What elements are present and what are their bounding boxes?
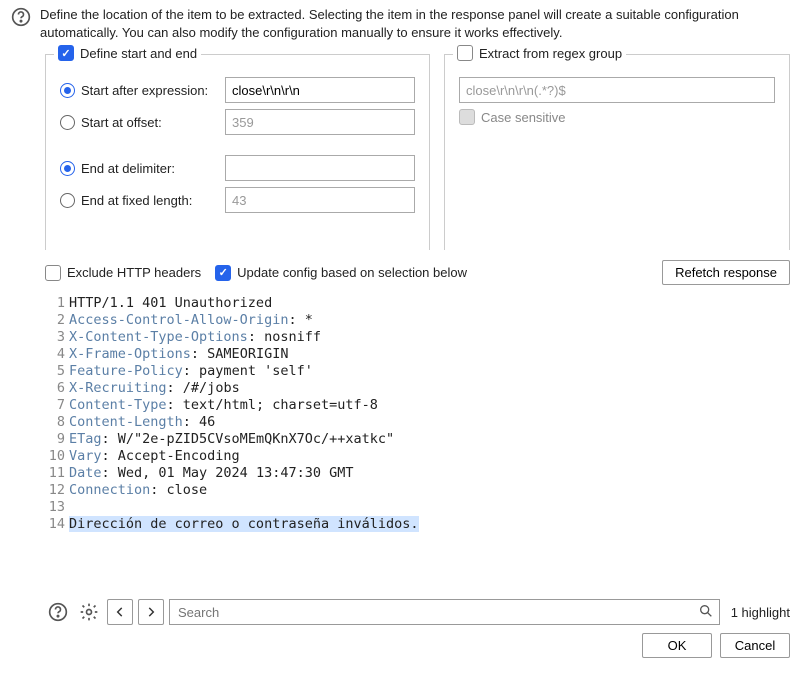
refetch-response-button[interactable]: Refetch response (662, 260, 790, 285)
response-line[interactable]: X-Recruiting: /#/jobs (69, 380, 790, 397)
response-line[interactable]: Content-Type: text/html; charset=utf-8 (69, 397, 790, 414)
regex-group-legend: Extract from regex group (479, 46, 622, 61)
description-text: Define the location of the item to be ex… (40, 6, 790, 42)
response-line[interactable]: Date: Wed, 01 May 2024 13:47:30 GMT (69, 465, 790, 482)
update-config-checkbox[interactable]: ✓ (215, 265, 231, 281)
response-line[interactable]: Vary: Accept-Encoding (69, 448, 790, 465)
start-at-offset-input[interactable] (225, 109, 415, 135)
end-at-fixed-length-radio[interactable] (60, 193, 75, 208)
gear-icon[interactable] (76, 599, 102, 625)
exclude-http-headers-label: Exclude HTTP headers (67, 265, 201, 280)
regex-input (459, 77, 775, 103)
regex-group-checkbox[interactable] (457, 45, 473, 61)
end-at-delimiter-label[interactable]: End at delimiter: (81, 161, 219, 176)
response-line[interactable] (69, 499, 790, 516)
response-line[interactable]: Connection: close (69, 482, 790, 499)
end-at-delimiter-radio[interactable] (60, 161, 75, 176)
response-line[interactable]: X-Content-Type-Options: nosniff (69, 329, 790, 346)
search-icon[interactable] (698, 603, 714, 619)
end-at-fixed-length-label[interactable]: End at fixed length: (81, 193, 219, 208)
start-at-offset-radio[interactable] (60, 115, 75, 130)
prev-arrow-icon[interactable] (107, 599, 133, 625)
exclude-http-headers-checkbox[interactable] (45, 265, 61, 281)
highlight-count: 1 highlight (725, 605, 790, 620)
help-icon-small[interactable] (45, 599, 71, 625)
response-editor[interactable]: 1234567891011121314 HTTP/1.1 401 Unautho… (45, 295, 790, 595)
search-input[interactable] (169, 599, 720, 625)
cancel-button[interactable]: Cancel (720, 633, 790, 658)
response-line[interactable]: Content-Length: 46 (69, 414, 790, 431)
case-sensitive-checkbox (459, 109, 475, 125)
end-at-fixed-length-input[interactable] (225, 187, 415, 213)
response-line[interactable]: Access-Control-Allow-Origin: * (69, 312, 790, 329)
response-line[interactable]: Feature-Policy: payment 'self' (69, 363, 790, 380)
ok-button[interactable]: OK (642, 633, 712, 658)
start-after-expression-label[interactable]: Start after expression: (81, 83, 219, 98)
start-after-expression-input[interactable] (225, 77, 415, 103)
response-line[interactable]: HTTP/1.1 401 Unauthorized (69, 295, 790, 312)
case-sensitive-label: Case sensitive (481, 110, 566, 125)
end-at-delimiter-input[interactable] (225, 155, 415, 181)
define-start-end-checkbox[interactable]: ✓ (58, 45, 74, 61)
regex-group: Extract from regex group Case sensitive (444, 54, 790, 250)
response-line[interactable]: X-Frame-Options: SAMEORIGIN (69, 346, 790, 363)
define-start-end-legend: Define start and end (80, 46, 197, 61)
start-after-expression-radio[interactable] (60, 83, 75, 98)
update-config-label: Update config based on selection below (237, 265, 467, 280)
start-at-offset-label[interactable]: Start at offset: (81, 115, 219, 130)
define-start-end-group: ✓ Define start and end Start after expre… (45, 54, 430, 250)
help-icon[interactable] (10, 6, 32, 28)
next-arrow-icon[interactable] (138, 599, 164, 625)
response-line[interactable]: Dirección de correo o contraseña inválid… (69, 516, 790, 533)
response-line[interactable]: ETag: W/"2e-pZID5CVsoMEmQKnX7Oc/++xatkc" (69, 431, 790, 448)
